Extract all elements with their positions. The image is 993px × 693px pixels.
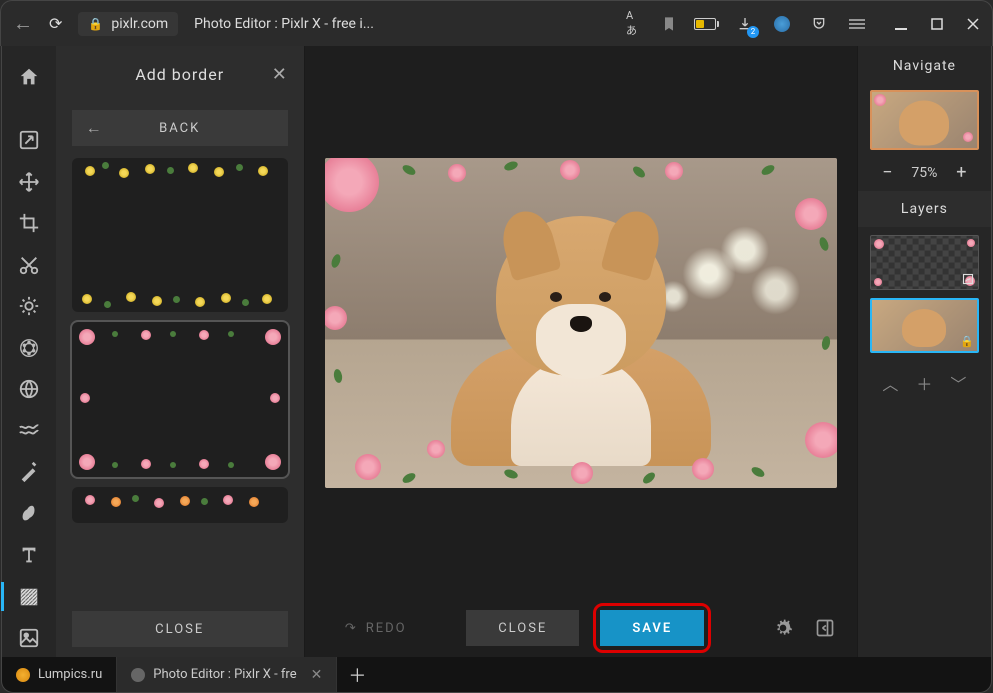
panel-close-button[interactable]: CLOSE bbox=[72, 611, 288, 647]
collapse-panel-icon[interactable] bbox=[813, 616, 837, 640]
footer-right-icons bbox=[771, 616, 837, 640]
canvas-close-label: CLOSE bbox=[498, 621, 547, 636]
maximize-icon[interactable] bbox=[930, 17, 944, 31]
download-icon[interactable]: 2 bbox=[736, 15, 754, 33]
right-panel: Navigate − 75% + Layers 🔒 bbox=[857, 46, 991, 657]
layer-down-icon[interactable]: ﹀ bbox=[950, 371, 966, 395]
layer-visibility-icon[interactable] bbox=[961, 272, 975, 286]
tab-1-label: Lumpics.ru bbox=[38, 667, 102, 682]
border-list bbox=[56, 154, 304, 601]
layers-actions: ︿ ＋ ﹀ bbox=[858, 361, 991, 405]
layer-image[interactable]: 🔒 bbox=[870, 298, 979, 353]
redo-button[interactable]: ↷ REDO bbox=[345, 621, 407, 636]
reload-icon[interactable]: ⟳ bbox=[49, 14, 62, 33]
photo-subject bbox=[441, 206, 721, 466]
tool-liquify[interactable] bbox=[9, 412, 49, 450]
back-label: BACK bbox=[159, 121, 200, 136]
panel-footer: CLOSE bbox=[56, 601, 304, 657]
layer-up-icon[interactable]: ︿ bbox=[882, 371, 898, 395]
browser-tabs: Lumpics.ru Photo Editor : Pixlr X - fre … bbox=[1, 657, 992, 693]
layer-add-icon[interactable]: ＋ bbox=[916, 371, 932, 395]
border-preset-2[interactable] bbox=[72, 322, 288, 476]
back-nav-icon[interactable]: ← bbox=[13, 11, 33, 36]
layer-border[interactable] bbox=[870, 235, 979, 290]
tab-1-favicon bbox=[16, 668, 30, 682]
minimize-icon[interactable] bbox=[894, 17, 908, 31]
canvas-area: ↷ REDO CLOSE SAVE bbox=[305, 46, 857, 657]
zoom-value: 75% bbox=[911, 165, 937, 181]
window-buttons bbox=[894, 17, 980, 31]
tool-effect[interactable] bbox=[9, 370, 49, 408]
app-body: Add border ✕ ← BACK bbox=[1, 46, 992, 657]
canvas-close-button[interactable]: CLOSE bbox=[466, 610, 579, 646]
canvas-footer: ↷ REDO CLOSE SAVE bbox=[305, 599, 857, 657]
panel-close-label: CLOSE bbox=[155, 622, 204, 637]
zoom-out-button[interactable]: − bbox=[877, 162, 897, 183]
navigate-label: Navigate bbox=[893, 58, 956, 74]
page-title: Photo Editor : Pixlr X - free i... bbox=[194, 16, 610, 32]
tool-draw[interactable] bbox=[9, 495, 49, 533]
panel-header: Add border ✕ bbox=[56, 46, 304, 102]
navigate-thumbnail[interactable] bbox=[870, 90, 979, 150]
canvas-viewport[interactable] bbox=[305, 46, 857, 599]
tool-retouch[interactable] bbox=[9, 453, 49, 491]
redo-icon: ↷ bbox=[345, 621, 358, 636]
back-button[interactable]: ← BACK bbox=[72, 110, 288, 146]
tool-arrange[interactable] bbox=[9, 163, 49, 201]
menu-icon[interactable] bbox=[848, 15, 866, 33]
layers-label: Layers bbox=[901, 201, 948, 217]
panel-close-icon[interactable]: ✕ bbox=[272, 64, 288, 85]
tool-text[interactable] bbox=[9, 536, 49, 574]
tool-filter[interactable] bbox=[9, 329, 49, 367]
tool-open[interactable] bbox=[9, 121, 49, 159]
browser-right-icons: 2 bbox=[694, 15, 980, 33]
side-panel: Add border ✕ ← BACK bbox=[56, 46, 305, 657]
zoom-in-button[interactable]: + bbox=[951, 162, 971, 183]
tab-close-icon[interactable]: ✕ bbox=[311, 667, 323, 683]
tool-crop[interactable] bbox=[9, 204, 49, 242]
lock-icon: 🔒 bbox=[88, 17, 103, 31]
layers-list: 🔒 bbox=[858, 227, 991, 361]
canvas bbox=[325, 158, 837, 488]
back-arrow-icon: ← bbox=[86, 118, 104, 138]
bookmark-icon[interactable] bbox=[660, 15, 678, 33]
tab-2-favicon bbox=[131, 668, 145, 682]
tab-1[interactable]: Lumpics.ru bbox=[2, 657, 117, 692]
navigate-header: Navigate bbox=[858, 46, 991, 86]
border-preset-3[interactable] bbox=[72, 487, 288, 523]
layer-lock-icon[interactable]: 🔒 bbox=[960, 334, 974, 348]
settings-icon[interactable] bbox=[771, 616, 795, 640]
tool-adjust[interactable] bbox=[9, 287, 49, 325]
save-button[interactable]: SAVE bbox=[600, 610, 704, 646]
browser-toolbar: ← ⟳ 🔒 pixlr.com Photo Editor : Pixlr X -… bbox=[0, 0, 993, 46]
left-toolbar bbox=[2, 46, 56, 657]
save-label: SAVE bbox=[632, 621, 672, 636]
layers-header: Layers bbox=[858, 191, 991, 227]
new-tab-button[interactable]: ＋ bbox=[337, 657, 377, 692]
close-window-icon[interactable] bbox=[966, 17, 980, 31]
url-box[interactable]: 🔒 pixlr.com bbox=[78, 12, 178, 36]
battery-icon bbox=[694, 18, 716, 30]
tool-border[interactable] bbox=[9, 578, 49, 616]
download-badge: 2 bbox=[747, 26, 759, 38]
pocket-icon[interactable] bbox=[810, 15, 828, 33]
tool-add-image[interactable] bbox=[9, 619, 49, 657]
redo-label: REDO bbox=[366, 621, 407, 636]
panel-title: Add border bbox=[135, 65, 224, 84]
zoom-controls: − 75% + bbox=[858, 154, 991, 191]
border-preset-1[interactable] bbox=[72, 158, 288, 312]
tool-home[interactable] bbox=[9, 58, 49, 96]
save-highlight: SAVE bbox=[593, 603, 711, 653]
tab-2[interactable]: Photo Editor : Pixlr X - fre ✕ bbox=[117, 657, 337, 692]
tab-2-label: Photo Editor : Pixlr X - fre bbox=[153, 667, 296, 682]
tool-cut[interactable] bbox=[9, 246, 49, 284]
url-host: pixlr.com bbox=[111, 16, 168, 32]
translate-icon[interactable]: Aあ bbox=[626, 15, 644, 33]
globe-icon[interactable] bbox=[774, 16, 790, 32]
